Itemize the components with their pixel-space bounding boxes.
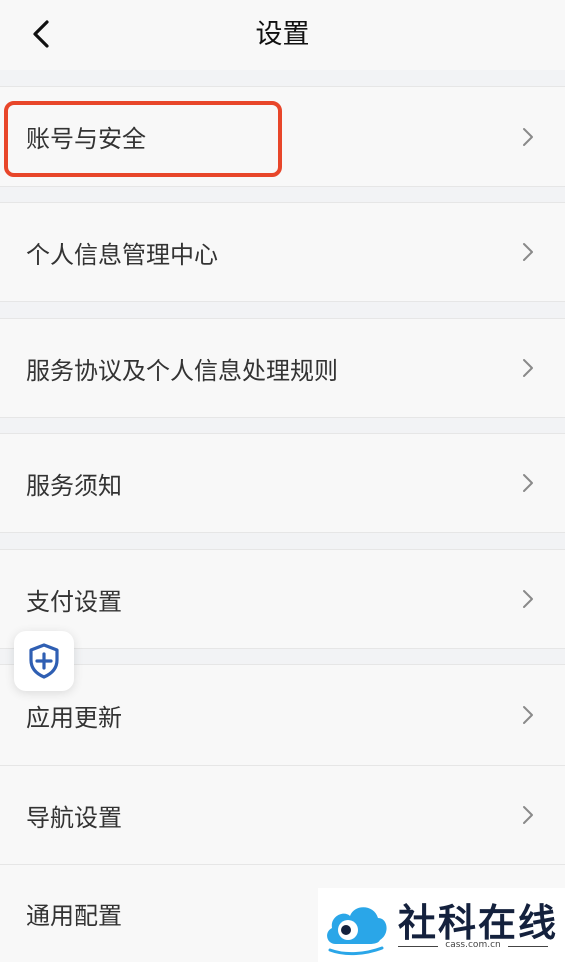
settings-item-app-update[interactable]: 应用更新 xyxy=(0,664,565,765)
watermark: 社科在线 cass.com.cn xyxy=(318,888,565,962)
settings-item-label: 服务协议及个人信息处理规则 xyxy=(26,356,338,385)
settings-item-label: 通用配置 xyxy=(26,902,122,930)
chevron-right-icon xyxy=(523,706,533,724)
settings-item-service-notice[interactable]: 服务须知 xyxy=(0,433,565,533)
watermark-name: 社科在线 xyxy=(398,901,559,945)
security-shield-button[interactable] xyxy=(14,631,74,691)
watermark-domain: cass.com.cn xyxy=(445,940,501,950)
nav-bar: 设置 xyxy=(0,0,565,70)
chevron-right-icon xyxy=(523,590,533,608)
settings-item-label: 服务须知 xyxy=(26,471,122,500)
chevron-right-icon xyxy=(523,127,533,146)
chevron-right-icon xyxy=(523,243,533,261)
settings-item-payment-settings[interactable]: 支付设置 xyxy=(0,549,565,649)
chevron-right-icon xyxy=(523,474,533,492)
settings-item-label: 个人信息管理中心 xyxy=(26,240,218,269)
settings-item-service-agreement[interactable]: 服务协议及个人信息处理规则 xyxy=(0,318,565,418)
divider xyxy=(508,946,548,947)
shield-plus-icon xyxy=(29,643,59,679)
chevron-right-icon xyxy=(523,359,533,377)
settings-item-personal-info-center[interactable]: 个人信息管理中心 xyxy=(0,202,565,302)
settings-item-label: 导航设置 xyxy=(26,803,122,832)
cloud-logo-icon xyxy=(327,907,387,956)
page-title: 设置 xyxy=(255,19,310,50)
highlight-box xyxy=(4,101,282,177)
settings-item-navigation-settings[interactable]: 导航设置 xyxy=(0,765,565,864)
chevron-right-icon xyxy=(523,806,533,824)
